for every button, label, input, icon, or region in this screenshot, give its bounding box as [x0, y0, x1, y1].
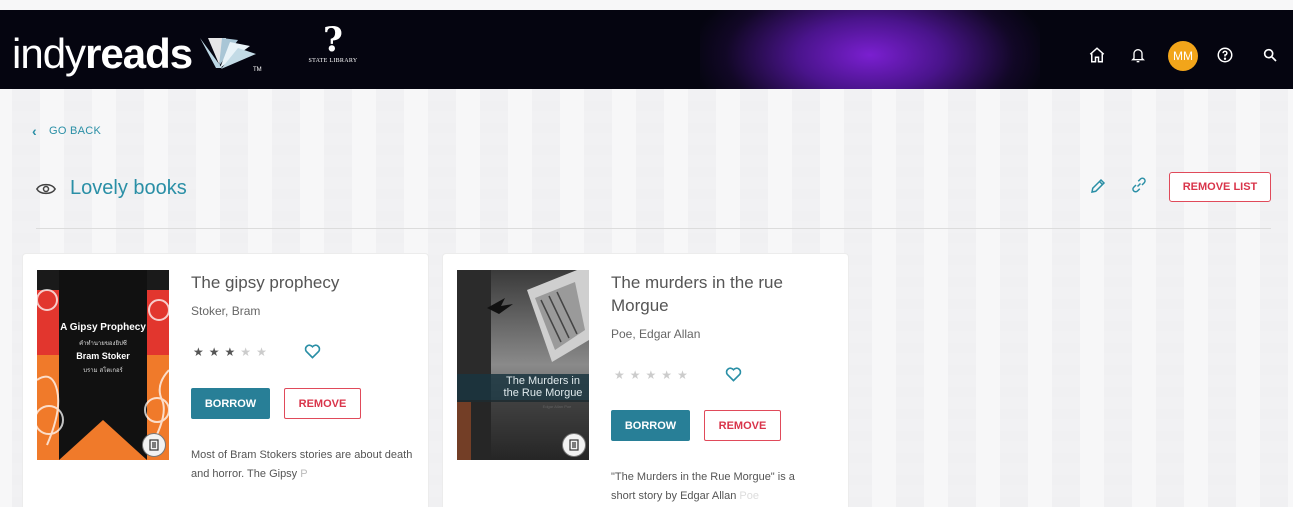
star-icon: ★ — [677, 368, 688, 382]
star-rating[interactable]: ★ ★ ★ ★ ★ — [614, 368, 688, 382]
cover-title-line-2: the Rue Morgue — [504, 387, 583, 399]
book-card: The Murders in the Rue Morgue Edgar Alla… — [442, 253, 849, 507]
description-fade: P — [300, 468, 308, 480]
description-fade: Poe — [739, 490, 759, 502]
star-icon: ★ — [208, 345, 220, 359]
star-rating[interactable]: ★ ★ ★ ★ ★ — [193, 345, 267, 359]
star-icon: ★ — [256, 345, 267, 359]
search-icon[interactable] — [1259, 44, 1281, 66]
trademark: TM — [253, 67, 262, 73]
borrow-button[interactable]: BORROW — [611, 410, 690, 441]
state-library-symbol: ? — [323, 20, 343, 60]
heart-icon[interactable] — [725, 367, 742, 382]
help-icon[interactable] — [1214, 44, 1236, 66]
heart-icon[interactable] — [304, 344, 321, 359]
cover-thai-author: บราม สโตเกอร์ — [83, 366, 123, 374]
star-icon: ★ — [614, 368, 625, 382]
cover-title: A Gipsy Prophecy — [60, 322, 146, 333]
home-icon[interactable] — [1086, 44, 1108, 66]
remove-button[interactable]: REMOVE — [284, 388, 361, 419]
cover-title-line-1: The Murders in — [506, 375, 580, 387]
chevron-left-icon: ‹ — [32, 123, 37, 139]
book-description: "The Murders in the Rue Morgue" is a sho… — [611, 468, 836, 506]
description-line-1: "The Murders in the Rue Morgue" is a — [611, 471, 795, 483]
state-library-logo[interactable]: ? STATE LIBRARY — [298, 22, 368, 64]
book-card: A Gipsy Prophecy คำทำนายของยิปซี Bram St… — [22, 253, 429, 507]
eye-icon[interactable] — [36, 182, 56, 196]
list-heading: Lovely books — [36, 177, 187, 200]
star-icon: ★ — [661, 368, 673, 382]
user-avatar[interactable]: MM — [1168, 41, 1198, 71]
header-glow — [700, 10, 1040, 89]
book-author[interactable]: Poe, Edgar Allan — [611, 327, 700, 341]
ebook-badge-icon — [562, 433, 586, 457]
state-library-name: STATE LIBRARY — [308, 58, 358, 64]
go-back-label: GO BACK — [48, 125, 102, 137]
logo-text-bold: reads — [85, 30, 193, 77]
link-icon[interactable] — [1130, 176, 1148, 194]
logo-book-icon — [200, 38, 256, 69]
bell-icon[interactable] — [1127, 44, 1149, 66]
cover-author: Bram Stoker — [76, 351, 130, 361]
book-title[interactable]: The gipsy prophecy — [191, 271, 339, 294]
cover-thai-title: คำทำนายของยิปซี — [79, 339, 127, 347]
star-icon: ★ — [224, 345, 236, 359]
indyreads-logo[interactable]: indyreads — [12, 30, 193, 78]
star-icon: ★ — [645, 368, 657, 382]
pencil-icon[interactable] — [1089, 177, 1107, 195]
book-cover[interactable]: A Gipsy Prophecy คำทำนายของยิปซี Bram St… — [37, 270, 169, 460]
cover-art-rue-morgue: The Murders in the Rue Morgue Edgar Alla… — [457, 270, 589, 460]
list-title: Lovely books — [70, 177, 187, 199]
logo-text-light: indy — [12, 30, 86, 77]
book-cover[interactable]: The Murders in the Rue Morgue Edgar Alla… — [457, 270, 589, 460]
cover-art-gipsy: A Gipsy Prophecy คำทำนายของยิปซี Bram St… — [37, 270, 169, 460]
star-icon: ★ — [193, 345, 204, 359]
remove-button[interactable]: REMOVE — [704, 410, 781, 441]
book-author[interactable]: Stoker, Bram — [191, 304, 260, 318]
book-title[interactable]: The murders in the rue Morgue — [611, 271, 831, 317]
borrow-button[interactable]: BORROW — [191, 388, 270, 419]
go-back-link[interactable]: ‹ GO BACK — [32, 123, 101, 139]
app-header: indyreads TM ? STATE LIBRARY MM — [0, 10, 1293, 89]
ebook-badge-icon — [142, 433, 166, 457]
remove-list-button[interactable]: REMOVE LIST — [1169, 172, 1271, 202]
star-icon: ★ — [629, 368, 641, 382]
divider — [36, 228, 1271, 229]
star-icon: ★ — [240, 345, 252, 359]
description-line-2: short story by Edgar Allan — [611, 490, 737, 502]
book-description: Most of Bram Stokers stories are about d… — [191, 446, 416, 484]
